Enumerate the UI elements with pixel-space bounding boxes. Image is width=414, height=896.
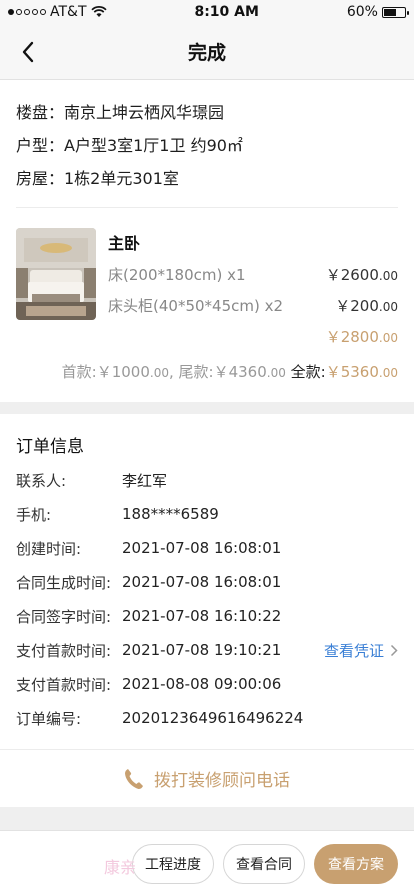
order-row-down-payment: 支付首款时间: 2021-07-08 19:10:21 查看凭证 (16, 633, 398, 667)
order-value: 188****6589 (122, 505, 219, 523)
view-voucher-link[interactable]: 查看凭证 (324, 640, 398, 661)
signal-icon (8, 9, 46, 15)
total-label: 全款: (290, 363, 326, 381)
call-advisor-label: 拨打装修顾问电话 (154, 771, 290, 791)
product-line-item: 床头柜(40*50*45cm) x2 ￥200.00 (108, 295, 398, 316)
order-row-contact: 联系人: 李红军 (16, 463, 398, 497)
nav-bar: 完成 (0, 24, 414, 80)
bottom-action-bar: 康亲 工程进度 查看合同 查看方案 (0, 830, 414, 896)
order-key: 订单编号: (16, 709, 82, 728)
order-value: 2021-07-08 16:10:22 (122, 607, 282, 625)
order-value: 李红军 (122, 471, 168, 490)
phone-icon (125, 768, 143, 789)
order-info-card: 订单信息 联系人: 李红军 手机: 188****6589 创建时间: 2021… (0, 414, 414, 807)
order-row-down-payment-2: 支付首款时间: 2021-08-08 09:00:06 (16, 667, 398, 701)
order-value: 2021-07-08 16:08:01 (122, 539, 282, 557)
item-name: 床(200*180cm) x1 (108, 266, 246, 284)
watermark: 康亲 (104, 858, 137, 877)
wifi-icon (90, 6, 107, 17)
product-line-item: 床(200*180cm) x1 ￥2600.00 (108, 264, 398, 285)
product-body: 主卧 床(200*180cm) x1 ￥2600.00 床头柜(40*50*45… (108, 228, 398, 347)
order-row-order-number: 订单编号: 2020123649616496224 (16, 701, 398, 735)
order-value: 2021-07-08 16:08:01 (122, 573, 282, 591)
product-subtotal: ￥2800.00 (325, 328, 398, 346)
order-info-title: 订单信息 (16, 437, 84, 457)
final-payment-amount: ￥4360.00 (213, 363, 286, 381)
item-price: ￥200.00 (335, 297, 398, 315)
order-row-phone: 手机: 188****6589 (16, 497, 398, 531)
property-info: 楼盘：南京上坤云栖风华璟园 户型：A户型3室1厅1卫 约90㎡ 房屋：1栋2单元… (0, 80, 414, 208)
page-title: 完成 (187, 42, 226, 64)
call-advisor-button[interactable]: 拨打装修顾问电话 (0, 749, 414, 807)
order-row-created: 创建时间: 2021-07-08 16:08:01 (16, 531, 398, 565)
carrier-label: AT&T (50, 4, 87, 20)
view-plan-button[interactable]: 查看方案 (314, 843, 398, 884)
down-payment-label: 首款: (61, 363, 97, 381)
order-row-contract-signed: 合同签字时间: 2021-07-08 16:10:22 (16, 599, 398, 633)
order-row-contract-generated: 合同生成时间: 2021-07-08 16:08:01 (16, 565, 398, 599)
payment-summary: 首款:￥1000.00, 尾款:￥4360.00 全款:￥5360.00 (61, 363, 398, 381)
unit-line: 房屋：1栋2单元301室 (16, 169, 179, 188)
order-value: 2021-07-08 19:10:21 (122, 641, 282, 659)
order-key: 手机: (16, 505, 52, 524)
order-key: 创建时间: (16, 539, 82, 558)
down-payment-amount: ￥1000.00 (96, 363, 169, 381)
chevron-left-icon (22, 41, 34, 63)
room-name: 主卧 (108, 234, 141, 253)
status-left: AT&T (8, 4, 107, 20)
layout-line: 户型：A户型3室1厅1卫 约90㎡ (16, 136, 243, 155)
chevron-right-icon (390, 644, 398, 656)
order-key: 合同签字时间: (16, 607, 112, 626)
project-progress-button[interactable]: 工程进度 (132, 843, 214, 884)
order-summary-card: 楼盘：南京上坤云栖风华璟园 户型：A户型3室1厅1卫 约90㎡ 房屋：1栋2单元… (0, 80, 414, 402)
item-price: ￥2600.00 (325, 266, 398, 284)
total-amount: ￥5360.00 (325, 363, 398, 381)
order-value: 2020123649616496224 (122, 709, 304, 727)
order-key: 合同生成时间: (16, 573, 112, 592)
final-payment-label: 尾款: (178, 363, 214, 381)
battery-fill (383, 8, 396, 16)
battery-icon (381, 6, 409, 18)
back-button[interactable] (14, 38, 42, 66)
item-name: 床头柜(40*50*45cm) x2 (108, 297, 284, 315)
order-key: 支付首款时间: (16, 641, 112, 660)
battery-percent: 60% (346, 4, 378, 20)
order-value: 2021-08-08 09:00:06 (122, 675, 282, 693)
section-gap (0, 402, 414, 414)
product-item[interactable]: 主卧 床(200*180cm) x1 ￥2600.00 床头柜(40*50*45… (0, 208, 414, 347)
estate-line: 楼盘：南京上坤云栖风华璟园 (16, 103, 225, 122)
order-key: 支付首款时间: (16, 675, 112, 694)
order-key: 联系人: (16, 471, 67, 490)
status-bar: AT&T 8:10 AM 60% (0, 0, 414, 24)
view-voucher-label: 查看凭证 (323, 641, 384, 660)
view-contract-button[interactable]: 查看合同 (223, 843, 305, 884)
clock: 8:10 AM (194, 4, 259, 20)
status-right: 60% (346, 4, 409, 20)
bedroom-thumbnail (16, 228, 96, 320)
